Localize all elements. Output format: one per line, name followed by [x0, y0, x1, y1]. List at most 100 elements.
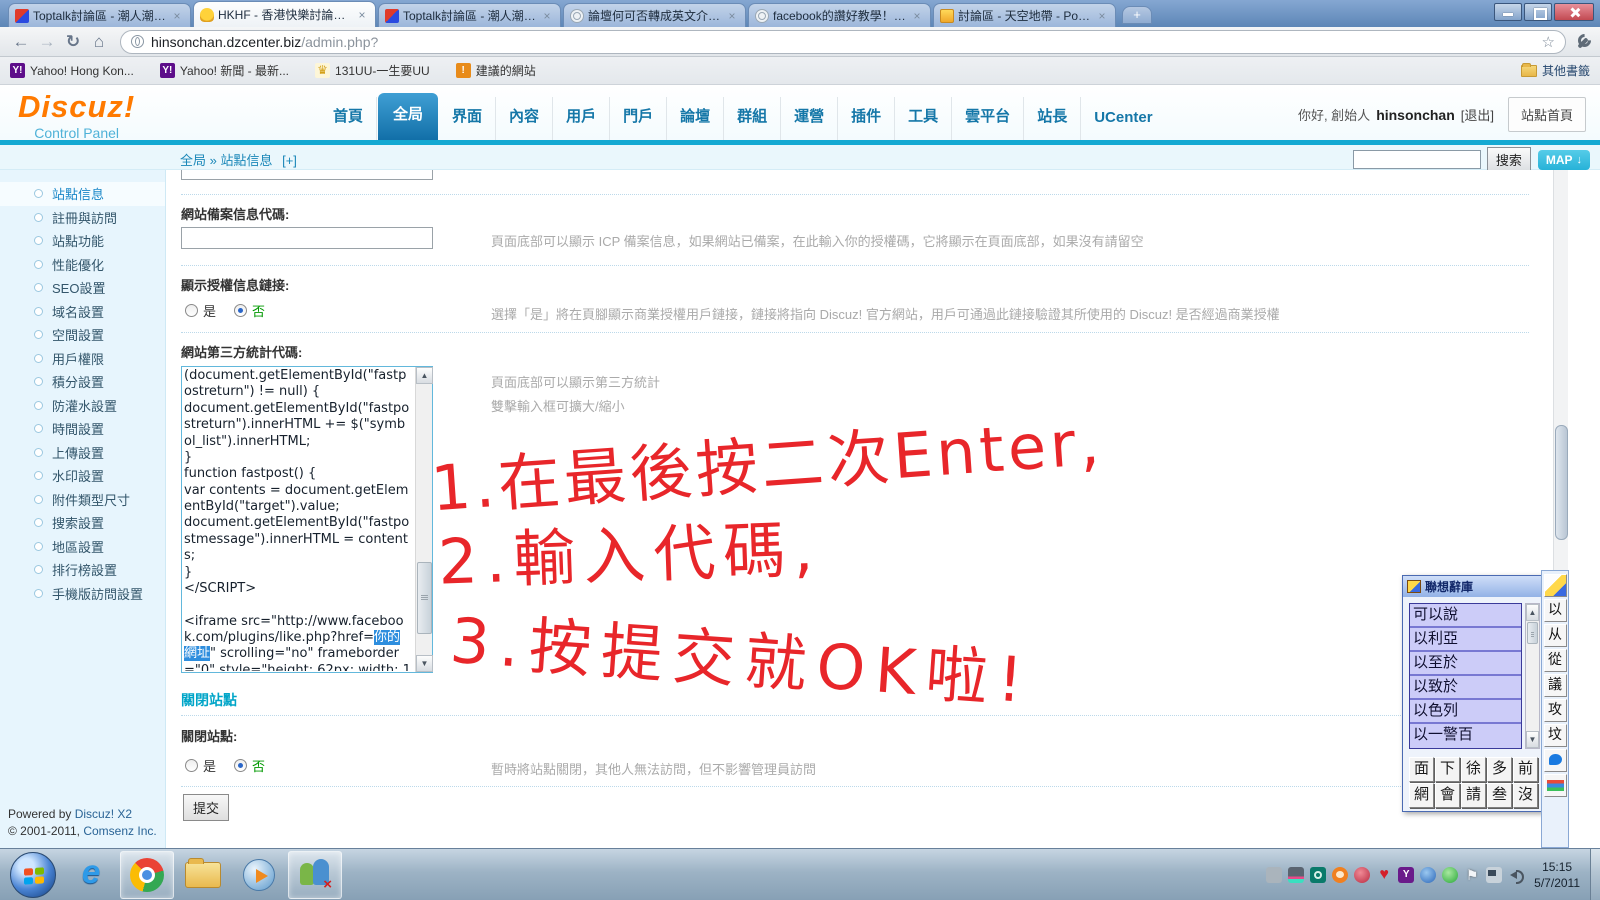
- ime-candidate[interactable]: 以色列: [1410, 700, 1521, 724]
- icp-code-input[interactable]: [181, 227, 433, 249]
- license-yes-radio[interactable]: [185, 304, 198, 317]
- keyboard-icon[interactable]: [1544, 774, 1567, 797]
- scroll-down-icon[interactable]: ▼: [416, 655, 433, 672]
- nav-ucenter[interactable]: UCenter: [1081, 101, 1165, 140]
- tab-close-icon[interactable]: ×: [170, 9, 184, 23]
- taskbar-clock[interactable]: 15:15 5/7/2011: [1534, 859, 1580, 891]
- ime-char-key[interactable]: 下: [1435, 757, 1460, 782]
- ime-strip-char[interactable]: 以: [1544, 599, 1567, 622]
- close-no-label[interactable]: 否: [252, 756, 265, 775]
- ime-char-key[interactable]: 沒: [1513, 783, 1538, 808]
- nav-portal[interactable]: 門戶: [610, 97, 667, 140]
- reload-button[interactable]: ↻: [60, 32, 86, 52]
- ime-strip-char[interactable]: 議: [1544, 674, 1567, 697]
- admin-search-input[interactable]: [1353, 150, 1481, 169]
- ime-strip-char[interactable]: 坟: [1544, 724, 1567, 747]
- close-yes-radio[interactable]: [185, 759, 198, 772]
- start-button[interactable]: [10, 852, 56, 898]
- browser-tab[interactable]: Toptalk討論區 - 潮人潮Tal ×: [378, 3, 561, 27]
- mascot-icon[interactable]: [1332, 867, 1348, 883]
- ime-candidate[interactable]: 以利亞: [1410, 628, 1521, 652]
- nav-users[interactable]: 用戶: [553, 97, 610, 140]
- site-security-globe-icon[interactable]: [131, 35, 144, 48]
- cutoff-top-input[interactable]: [181, 170, 433, 180]
- nav-tools[interactable]: 工具: [895, 97, 952, 140]
- tab-close-icon[interactable]: ×: [540, 9, 554, 23]
- green-ball-icon[interactable]: [1442, 867, 1458, 883]
- page-scrollbar-thumb[interactable]: [1555, 425, 1568, 540]
- sidebar-item-user-permission[interactable]: 用戶權限: [0, 347, 165, 371]
- textarea-scrollbar[interactable]: ▲ ▼: [415, 367, 432, 672]
- scroll-up-icon[interactable]: ▲: [1526, 604, 1539, 621]
- close-yes-label[interactable]: 是: [203, 756, 216, 775]
- taskbar-ie-button[interactable]: e: [64, 851, 118, 899]
- breadcrumb-add-button[interactable]: [+]: [282, 153, 297, 168]
- ime-char-key[interactable]: 前: [1513, 757, 1538, 782]
- tab-close-icon[interactable]: ×: [910, 9, 924, 23]
- site-home-button[interactable]: 站點首頁: [1508, 97, 1586, 132]
- home-button[interactable]: ⌂: [86, 32, 112, 52]
- ime-list-scrollbar[interactable]: ▲ ▼: [1525, 603, 1540, 749]
- nav-content[interactable]: 內容: [496, 97, 553, 140]
- logout-link[interactable]: [退出]: [1461, 105, 1494, 124]
- scroll-down-icon[interactable]: ▼: [1526, 731, 1539, 748]
- ime-char-key[interactable]: 多: [1487, 757, 1512, 782]
- scroll-up-icon[interactable]: ▲: [416, 367, 433, 384]
- comsenz-link[interactable]: Comsenz Inc.: [83, 824, 156, 838]
- taskbar-chrome-button[interactable]: [120, 851, 174, 899]
- submit-button[interactable]: 提交: [183, 794, 229, 821]
- ime-candidate[interactable]: 以一警百: [1410, 724, 1521, 748]
- nav-global-active[interactable]: 全局: [378, 93, 438, 140]
- tab-close-icon[interactable]: ×: [725, 9, 739, 23]
- forward-button[interactable]: →: [34, 32, 60, 52]
- sidebar-item-site-functions[interactable]: 站點功能: [0, 229, 165, 253]
- ime-pen-icon[interactable]: [1544, 574, 1567, 597]
- ime-strip-char[interactable]: 從: [1544, 649, 1567, 672]
- nav-forum[interactable]: 論壇: [667, 97, 724, 140]
- yahoo-messenger-icon[interactable]: Y: [1398, 867, 1414, 883]
- bookmark-item[interactable]: ! 建議的網站: [456, 62, 536, 79]
- license-yes-label[interactable]: 是: [203, 301, 216, 320]
- sidebar-item-seo[interactable]: SEO設置: [0, 276, 165, 300]
- ime-char-key[interactable]: 會: [1435, 783, 1460, 808]
- sidebar-item-upload[interactable]: 上傳設置: [0, 441, 165, 465]
- ime-strip-char[interactable]: 攻: [1544, 699, 1567, 722]
- browser-tab[interactable]: 論壇何可否轉成英文介面? ×: [563, 3, 746, 27]
- scrollbar-thumb[interactable]: [1527, 622, 1538, 644]
- ime-char-key[interactable]: 面: [1409, 757, 1434, 782]
- volume-icon[interactable]: [1508, 867, 1524, 883]
- fax-icon[interactable]: [1266, 867, 1282, 883]
- stats-code-textarea[interactable]: (document.getElementById("fastpostreturn…: [181, 366, 433, 673]
- nav-home[interactable]: 首頁: [320, 97, 377, 140]
- sidebar-item-credits[interactable]: 積分設置: [0, 370, 165, 394]
- ime-char-key[interactable]: 網: [1409, 783, 1434, 808]
- wrench-menu-icon[interactable]: [1574, 33, 1592, 51]
- ime-candidate[interactable]: 可以說: [1410, 604, 1521, 628]
- sidebar-item-ranklist[interactable]: 排行榜設置: [0, 558, 165, 582]
- map-button[interactable]: MAP ↓: [1538, 150, 1590, 170]
- sidebar-item-site-info[interactable]: 站點信息: [0, 182, 165, 206]
- sidebar-item-domain[interactable]: 域名設置: [0, 300, 165, 324]
- flag-icon[interactable]: ⚑: [1464, 867, 1480, 883]
- window-restore-button[interactable]: [1524, 3, 1552, 21]
- other-bookmarks-button[interactable]: 其他書籤: [1521, 62, 1590, 79]
- printer-icon[interactable]: [1288, 867, 1304, 883]
- bookmark-item[interactable]: Y! Yahoo! Hong Kon...: [10, 63, 134, 78]
- sidebar-item-performance[interactable]: 性能優化: [0, 253, 165, 277]
- discuz-link[interactable]: Discuz! X2: [75, 807, 132, 821]
- ime-candidate[interactable]: 以致於: [1410, 676, 1521, 700]
- bookmark-item[interactable]: ♛ 131UU-一生要UU: [315, 62, 430, 79]
- ime-strip-char[interactable]: 从: [1544, 624, 1567, 647]
- sidebar-item-space[interactable]: 空間設置: [0, 323, 165, 347]
- nav-operation[interactable]: 運營: [781, 97, 838, 140]
- search-button[interactable]: 搜索: [1487, 147, 1531, 172]
- license-no-radio-selected[interactable]: [234, 304, 247, 317]
- scrollbar-thumb[interactable]: [417, 562, 432, 634]
- back-button[interactable]: ←: [8, 32, 34, 52]
- ime-char-key[interactable]: 請: [1461, 783, 1486, 808]
- browser-tab[interactable]: Toptalk討論區 - 潮人潮Tal ×: [8, 3, 191, 27]
- tab-close-icon[interactable]: ×: [355, 8, 369, 22]
- nav-plugins[interactable]: 插件: [838, 97, 895, 140]
- sidebar-item-time[interactable]: 時間設置: [0, 417, 165, 441]
- taskbar-messenger-button[interactable]: ×: [288, 851, 342, 899]
